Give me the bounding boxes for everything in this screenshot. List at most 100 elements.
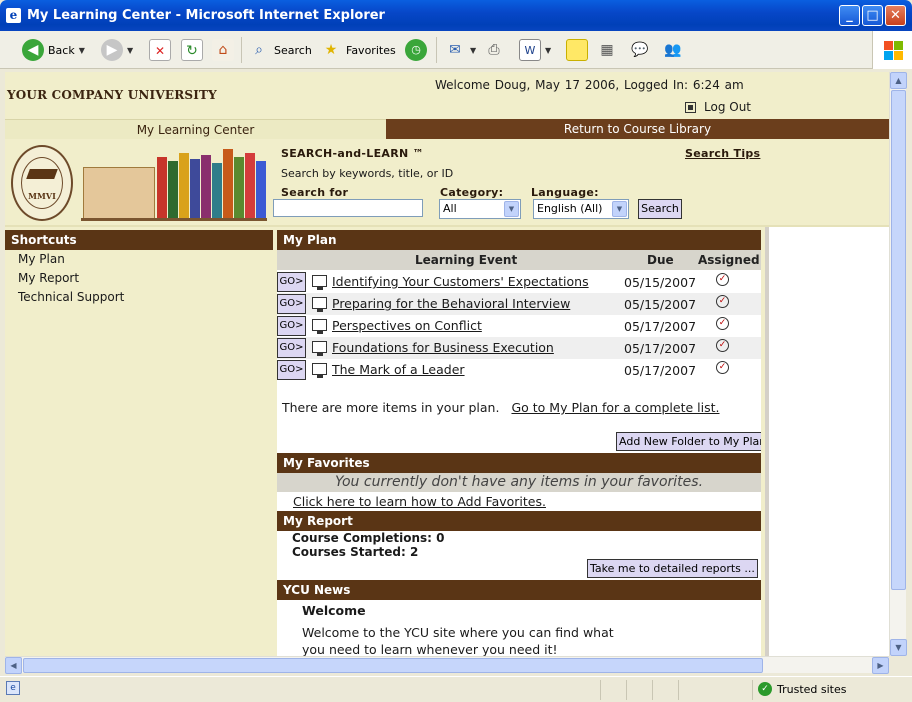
category-select[interactable]: All ▼ (439, 199, 521, 219)
logout-icon (685, 101, 696, 113)
tab-return-to-course-library[interactable]: Return to Course Library (386, 119, 889, 139)
go-button[interactable]: GO> (277, 360, 306, 380)
course-completions: Course Completions: 0 (292, 531, 445, 545)
mail-dropdown-icon[interactable]: ▼ (470, 46, 476, 55)
learning-event-link[interactable]: The Mark of a Leader (332, 362, 465, 377)
web-page: YOUR COMPANY UNIVERSITY Welcome Doug, Ma… (5, 72, 889, 656)
shortcut-my-plan[interactable]: My Plan (5, 250, 273, 269)
print-button[interactable]: ⎙ (483, 36, 505, 64)
maximize-button[interactable]: □ (862, 5, 883, 26)
due-date: 05/17/2007 (624, 363, 697, 378)
table-row: GO> Perspectives on Conflict 05/17/2007 … (277, 315, 761, 337)
edit-button[interactable]: W ▼ (519, 36, 551, 64)
go-to-my-plan-link[interactable]: Go to My Plan for a complete list. (511, 400, 719, 415)
language-select[interactable]: English (All) ▼ (533, 199, 629, 219)
forward-arrow-icon: ▶ (101, 39, 123, 61)
search-input[interactable] (273, 199, 423, 217)
contacts-icon: 👥 (664, 42, 682, 58)
home-button[interactable]: ⌂ (212, 36, 234, 64)
go-button[interactable]: GO> (277, 316, 306, 336)
col-due: Due (647, 253, 674, 267)
search-for-label: Search for (281, 186, 349, 199)
learning-event-link[interactable]: Identifying Your Customers' Expectations (332, 274, 589, 289)
go-button[interactable]: GO> (277, 272, 306, 292)
due-date: 05/15/2007 (624, 275, 697, 290)
shortcut-my-report[interactable]: My Report (5, 269, 273, 288)
favorites-button[interactable]: ★ Favorites (320, 36, 396, 64)
chevron-down-icon[interactable]: ▼ (612, 201, 627, 217)
mail-button[interactable]: ✉ ▼ (444, 36, 476, 64)
book-spine (190, 159, 200, 219)
horizontal-scroll-thumb[interactable] (23, 658, 763, 673)
chevron-down-icon[interactable]: ▼ (504, 201, 519, 217)
history-icon: ◷ (405, 39, 427, 61)
book-spine (201, 155, 211, 219)
search-button[interactable]: ⌕ Search (248, 36, 312, 64)
more-items-text: There are more items in your plan. (282, 400, 500, 415)
page-header: YOUR COMPANY UNIVERSITY Welcome Doug, Ma… (5, 72, 889, 120)
main-content: My Plan Learning Event Due Assigned GO> … (277, 230, 761, 656)
back-dropdown-icon[interactable]: ▼ (79, 46, 85, 55)
horizontal-scrollbar[interactable]: ◀ ▶ (5, 656, 889, 674)
search-submit-button[interactable]: Search (638, 199, 682, 219)
go-button[interactable]: GO> (277, 338, 306, 358)
book-spine (234, 157, 244, 219)
shortcut-technical-support[interactable]: Technical Support (5, 288, 273, 307)
add-favorites-help-link[interactable]: Click here to learn how to Add Favorites… (293, 494, 546, 509)
edit-dropdown-icon[interactable]: ▼ (545, 46, 551, 55)
ycu-news-header: YCU News (277, 580, 761, 600)
table-row: GO> Foundations for Business Execution 0… (277, 337, 761, 359)
close-button[interactable]: ✕ (885, 5, 906, 26)
shortcuts-header: Shortcuts (5, 230, 273, 250)
security-zone[interactable]: ✓ Trusted sites (758, 682, 847, 696)
computer-course-icon (312, 341, 327, 356)
favorites-label: Favorites (346, 43, 396, 57)
book-spine (157, 157, 167, 219)
forward-dropdown-icon[interactable]: ▼ (127, 46, 133, 55)
stop-button[interactable]: ✕ (149, 36, 171, 64)
learning-event-link[interactable]: Preparing for the Behavioral Interview (332, 296, 570, 311)
search-tips-link[interactable]: Search Tips (685, 147, 760, 160)
research-icon: ▦ (600, 42, 614, 58)
scroll-down-icon[interactable]: ▼ (890, 639, 907, 656)
book-spine (168, 161, 178, 219)
windows-logo-icon (872, 31, 912, 69)
notes-button[interactable] (566, 36, 588, 64)
refresh-button[interactable]: ↻ (181, 36, 203, 64)
detailed-reports-button[interactable]: Take me to detailed reports ... (587, 559, 758, 578)
go-button[interactable]: GO> (277, 294, 306, 314)
research-button[interactable]: ▦ (596, 36, 618, 64)
title-bar: e My Learning Center - Microsoft Interne… (0, 0, 912, 31)
stop-icon: ✕ (149, 39, 171, 61)
my-plan-header: My Plan (277, 230, 761, 250)
scroll-left-icon[interactable]: ◀ (5, 657, 22, 674)
minimize-button[interactable]: _ (839, 5, 860, 26)
ie-app-icon[interactable]: e (6, 8, 21, 23)
bookshelf (81, 218, 267, 221)
learning-event-link[interactable]: Perspectives on Conflict (332, 318, 482, 333)
tab-my-learning-center[interactable]: My Learning Center (5, 119, 386, 139)
history-button[interactable]: ◷ (405, 36, 427, 64)
category-value: All (443, 202, 457, 215)
back-button[interactable]: ◀ Back ▼ (22, 36, 85, 64)
table-row: GO> Identifying Your Customers' Expectat… (277, 271, 761, 293)
vertical-scroll-thumb[interactable] (891, 90, 906, 590)
vertical-scrollbar[interactable]: ▲ ▼ (889, 72, 907, 656)
page-viewport: YOUR COMPANY UNIVERSITY Welcome Doug, Ma… (5, 72, 889, 656)
col-assigned: Assigned (698, 253, 760, 267)
logout-link[interactable]: Log Out (685, 100, 751, 114)
book-spine (256, 161, 266, 219)
contacts-button[interactable]: 👥 (662, 36, 684, 64)
browser-toolbar: ◀ Back ▼ ▶ ▼ ✕ ↻ ⌂ ⌕ Search ★ Favorites … (0, 31, 912, 69)
due-date: 05/17/2007 (624, 341, 697, 356)
forward-button[interactable]: ▶ ▼ (101, 36, 133, 64)
due-date: 05/17/2007 (624, 319, 697, 334)
more-items-note: There are more items in your plan. Go to… (282, 400, 720, 415)
learning-event-link[interactable]: Foundations for Business Execution (332, 340, 554, 355)
scroll-right-icon[interactable]: ▶ (872, 657, 889, 674)
university-name: YOUR COMPANY UNIVERSITY (7, 88, 217, 102)
messenger-button[interactable]: 💬 (629, 36, 651, 64)
add-new-folder-button[interactable]: Add New Folder to My Plan (616, 432, 761, 451)
col-learning-event: Learning Event (415, 253, 518, 267)
scroll-up-icon[interactable]: ▲ (890, 72, 907, 89)
